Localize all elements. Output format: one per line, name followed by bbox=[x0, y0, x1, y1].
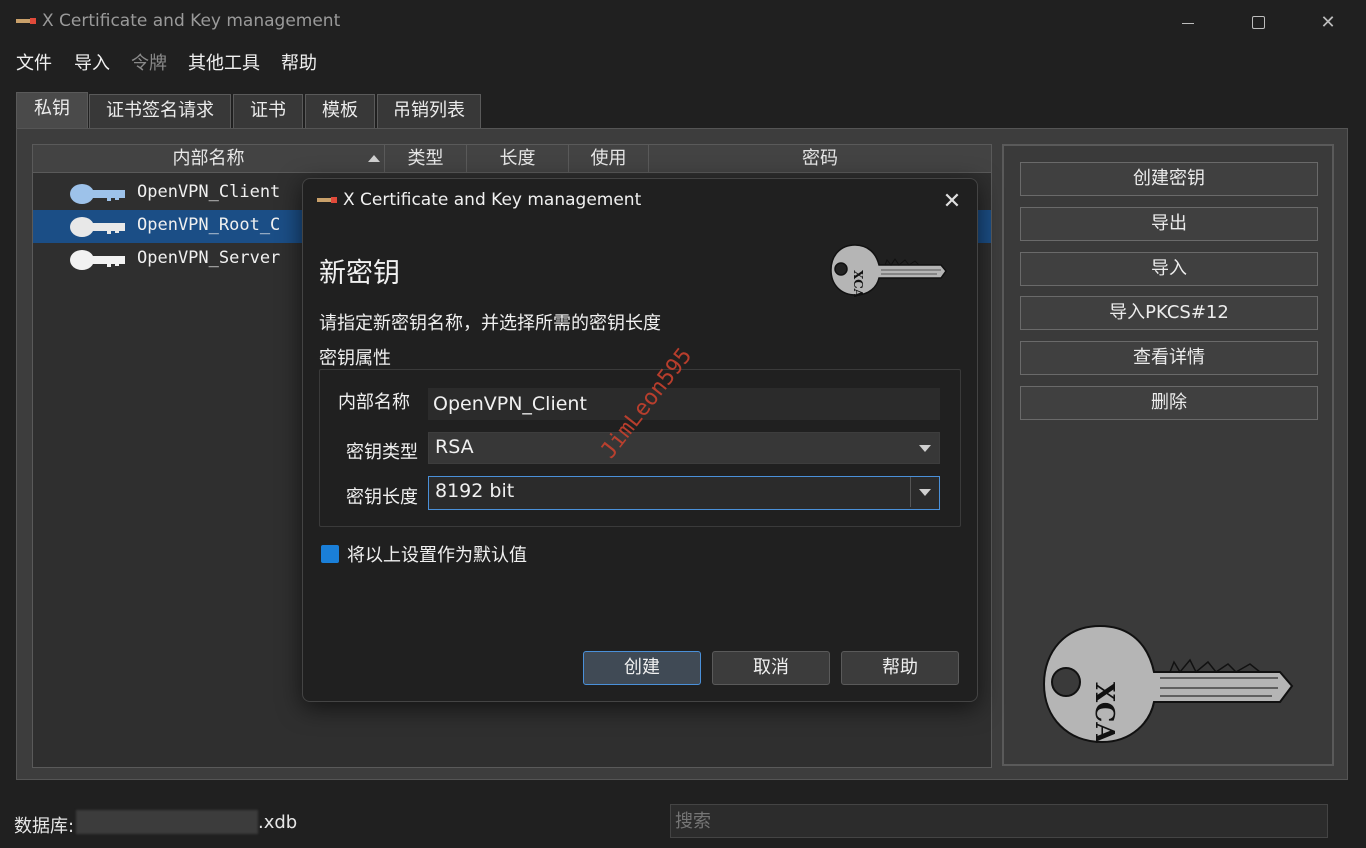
key-length-select[interactable]: 8192 bit bbox=[428, 476, 940, 510]
column-header-length[interactable]: 长度 bbox=[467, 145, 569, 173]
key-icon bbox=[70, 184, 125, 204]
minimize-icon bbox=[1182, 23, 1194, 24]
database-extension: .xdb bbox=[258, 812, 298, 833]
key-type-select[interactable]: RSA bbox=[428, 432, 940, 464]
key-length-label: 密钥长度 bbox=[346, 487, 418, 508]
xca-key-logo: XCA bbox=[1042, 624, 1294, 743]
svg-text:XCA: XCA bbox=[851, 270, 865, 297]
remember-default-label[interactable]: 将以上设置作为默认值 bbox=[347, 541, 527, 567]
combo-divider bbox=[910, 477, 911, 507]
chevron-down-icon bbox=[919, 445, 931, 452]
key-properties-label: 密钥属性 bbox=[319, 348, 391, 369]
key-type-value: RSA bbox=[435, 436, 474, 458]
key-icon bbox=[70, 217, 125, 237]
tab-certificates[interactable]: 证书 bbox=[233, 94, 303, 128]
maximize-icon bbox=[1252, 16, 1265, 29]
menu-bar: 文件 导入 令牌 其他工具 帮助 bbox=[0, 44, 1366, 78]
row-name: OpenVPN_Client bbox=[137, 182, 281, 202]
dialog-close-button[interactable]: ✕ bbox=[935, 185, 969, 219]
chevron-down-icon bbox=[919, 489, 931, 496]
table-header: 内部名称 类型 长度 使用 密码 bbox=[33, 145, 991, 173]
key-type-label: 密钥类型 bbox=[346, 442, 418, 463]
close-button[interactable]: ✕ bbox=[1308, 8, 1348, 38]
new-key-dialog: X Certificate and Key management ✕ 新密钥 X… bbox=[302, 178, 978, 702]
column-header-name[interactable]: 内部名称 bbox=[33, 145, 385, 173]
create-key-button[interactable]: 创建密钥 bbox=[1020, 162, 1318, 196]
database-path-redacted bbox=[76, 810, 258, 834]
menu-token[interactable]: 令牌 bbox=[131, 49, 167, 75]
column-header-use[interactable]: 使用 bbox=[569, 145, 649, 173]
tab-private-keys[interactable]: 私钥 bbox=[16, 92, 88, 128]
svg-text:XCA: XCA bbox=[1089, 682, 1119, 743]
remember-default-checkbox[interactable] bbox=[321, 545, 339, 563]
window-title: X Certificate and Key management bbox=[42, 11, 341, 31]
action-panel: 创建密钥 导出 导入 导入PKCS#12 查看详情 删除 XCA bbox=[1002, 144, 1334, 766]
menu-file[interactable]: 文件 bbox=[16, 49, 52, 75]
help-button[interactable]: 帮助 bbox=[841, 651, 959, 685]
create-button[interactable]: 创建 bbox=[583, 651, 701, 685]
close-icon: ✕ bbox=[1320, 12, 1336, 33]
minimize-button[interactable] bbox=[1168, 8, 1208, 38]
search-input[interactable] bbox=[670, 804, 1328, 838]
column-header-type[interactable]: 类型 bbox=[385, 145, 467, 173]
internal-name-input[interactable] bbox=[428, 388, 940, 420]
sort-ascending-icon bbox=[368, 155, 380, 162]
menu-import[interactable]: 导入 bbox=[74, 49, 110, 75]
maximize-button[interactable] bbox=[1238, 8, 1278, 38]
menu-help[interactable]: 帮助 bbox=[281, 49, 317, 75]
export-button[interactable]: 导出 bbox=[1020, 207, 1318, 241]
tab-csr[interactable]: 证书签名请求 bbox=[89, 94, 231, 128]
menu-tools[interactable]: 其他工具 bbox=[188, 49, 260, 75]
import-pkcs12-button[interactable]: 导入PKCS#12 bbox=[1020, 296, 1318, 330]
dialog-title: X Certificate and Key management bbox=[343, 190, 642, 210]
internal-name-label: 内部名称 bbox=[338, 392, 410, 413]
row-name: OpenVPN_Root_C bbox=[137, 215, 281, 235]
close-icon: ✕ bbox=[942, 189, 962, 214]
show-details-button[interactable]: 查看详情 bbox=[1020, 341, 1318, 375]
key-length-value: 8192 bit bbox=[435, 480, 515, 502]
row-name: OpenVPN_Server bbox=[137, 248, 281, 268]
tab-templates[interactable]: 模板 bbox=[305, 94, 375, 128]
import-button[interactable]: 导入 bbox=[1020, 252, 1318, 286]
key-icon bbox=[70, 250, 125, 270]
cancel-button[interactable]: 取消 bbox=[712, 651, 830, 685]
app-icon bbox=[16, 18, 36, 24]
xca-key-logo: XCA bbox=[830, 244, 947, 297]
dialog-heading: 新密钥 bbox=[319, 258, 400, 289]
delete-button[interactable]: 删除 bbox=[1020, 386, 1318, 420]
title-bar: X Certificate and Key management ✕ bbox=[0, 0, 1366, 44]
dialog-description: 请指定新密钥名称，并选择所需的密钥长度 bbox=[319, 313, 661, 334]
tab-crl[interactable]: 吊销列表 bbox=[377, 94, 481, 128]
column-header-password[interactable]: 密码 bbox=[649, 145, 991, 173]
database-label: 数据库: bbox=[14, 816, 75, 837]
app-icon bbox=[317, 197, 337, 203]
